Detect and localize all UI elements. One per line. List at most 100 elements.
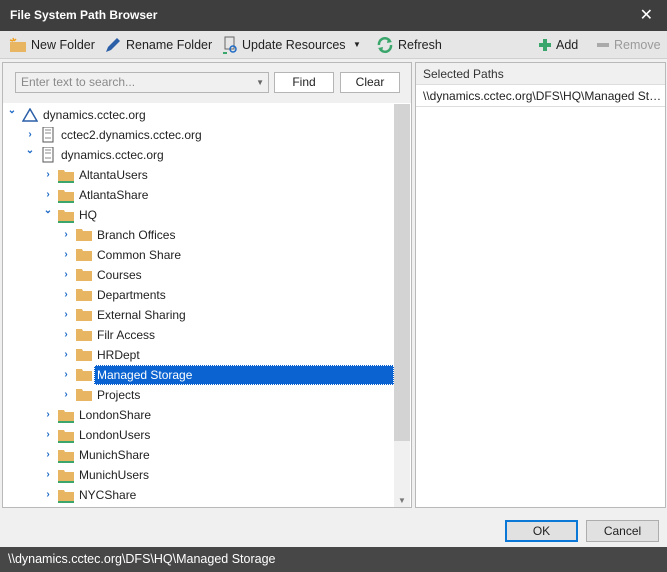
expand-chevron-icon[interactable]: › bbox=[61, 225, 71, 245]
tree-node[interactable]: › Departments bbox=[3, 285, 395, 305]
expand-chevron-icon[interactable]: › bbox=[61, 365, 71, 385]
share-icon bbox=[58, 428, 74, 443]
folder-icon bbox=[76, 228, 92, 242]
selected-paths-header: Selected Paths bbox=[416, 63, 665, 85]
tree-node-label: NYCShare bbox=[79, 488, 137, 502]
tree-node[interactable]: ⌄ HQ bbox=[3, 205, 395, 225]
tree-node-label: AtlantaShare bbox=[79, 188, 149, 202]
status-bar: \\dynamics.cctec.org\DFS\HQ\Managed Stor… bbox=[0, 547, 667, 572]
expand-chevron-icon[interactable]: › bbox=[43, 445, 53, 465]
new-folder-button[interactable]: New Folder bbox=[9, 31, 95, 59]
expand-chevron-icon[interactable]: › bbox=[61, 285, 71, 305]
update-resources-button[interactable]: Update Resources bbox=[222, 31, 346, 59]
folder-icon bbox=[76, 368, 92, 382]
search-input[interactable]: Enter text to search... ▼ bbox=[15, 72, 269, 93]
folder-icon bbox=[76, 328, 92, 342]
tree-node[interactable]: › Filr Access bbox=[3, 325, 395, 345]
rename-folder-button[interactable]: Rename Folder bbox=[104, 31, 212, 59]
pencil-icon bbox=[106, 38, 120, 52]
tree-node[interactable]: › AltantaUsers bbox=[3, 165, 395, 185]
selected-path-item[interactable]: \\dynamics.cctec.org\DFS\HQ\Managed Stor… bbox=[416, 85, 665, 107]
scrollbar-thumb[interactable] bbox=[394, 104, 410, 441]
add-button[interactable]: Add bbox=[538, 31, 578, 59]
tree-node-label: External Sharing bbox=[97, 308, 186, 322]
tree-node[interactable]: ⌄ dynamics.cctec.org bbox=[3, 105, 395, 125]
refresh-icon bbox=[377, 37, 393, 53]
selected-paths-panel: Selected Paths \\dynamics.cctec.org\DFS\… bbox=[415, 62, 666, 508]
tree-node[interactable]: › MunichUsers bbox=[3, 465, 395, 485]
tree-node[interactable]: › Common Share bbox=[3, 245, 395, 265]
share-icon bbox=[58, 488, 74, 503]
close-button[interactable]: ✕ bbox=[640, 0, 653, 31]
folder-icon bbox=[76, 268, 92, 282]
share-icon bbox=[58, 448, 74, 463]
share-icon bbox=[58, 188, 74, 203]
server-icon bbox=[40, 146, 56, 163]
tree-node-label: dynamics.cctec.org bbox=[61, 148, 164, 162]
expand-chevron-icon[interactable]: › bbox=[61, 265, 71, 285]
expand-chevron-icon[interactable]: › bbox=[61, 385, 71, 405]
scroll-down-arrow[interactable]: ▼ bbox=[398, 496, 406, 505]
update-resources-dropdown[interactable]: ▼ bbox=[353, 31, 361, 59]
tree-node[interactable]: › NYCShare bbox=[3, 485, 395, 505]
collapse-chevron-icon[interactable]: ⌄ bbox=[43, 201, 53, 221]
plus-icon bbox=[539, 39, 551, 51]
expand-chevron-icon[interactable]: › bbox=[43, 485, 53, 505]
vertical-scrollbar[interactable]: ▼ bbox=[394, 104, 410, 507]
tree-node[interactable]: ⌄ dynamics.cctec.org bbox=[3, 145, 395, 165]
remove-button[interactable]: Remove bbox=[596, 31, 661, 59]
share-icon bbox=[58, 468, 74, 483]
tree-node[interactable]: › LondonShare bbox=[3, 405, 395, 425]
expand-chevron-icon[interactable]: › bbox=[43, 465, 53, 485]
window-title: File System Path Browser bbox=[10, 8, 158, 22]
expand-chevron-icon[interactable]: › bbox=[61, 305, 71, 325]
tree-node[interactable]: › Branch Offices bbox=[3, 225, 395, 245]
ok-button[interactable]: OK bbox=[505, 520, 578, 542]
minus-icon bbox=[597, 43, 609, 47]
update-resources-icon bbox=[223, 36, 237, 54]
folder-icon bbox=[76, 348, 92, 362]
tree-node-label: MunichShare bbox=[79, 448, 150, 462]
expand-chevron-icon[interactable]: › bbox=[61, 325, 71, 345]
tree-node-label: Courses bbox=[97, 268, 142, 282]
tree-node-label: Managed Storage bbox=[94, 365, 394, 385]
collapse-chevron-icon[interactable]: ⌄ bbox=[25, 141, 35, 161]
folder-icon bbox=[76, 288, 92, 302]
expand-chevron-icon[interactable]: › bbox=[43, 425, 53, 445]
title-bar: File System Path Browser ✕ bbox=[0, 0, 667, 31]
domain-icon bbox=[21, 107, 39, 122]
tree-node[interactable]: › Projects bbox=[3, 385, 395, 405]
tree-node-label: HRDept bbox=[97, 348, 140, 362]
tree-node-label: dynamics.cctec.org bbox=[43, 108, 146, 122]
expand-chevron-icon[interactable]: › bbox=[43, 165, 53, 185]
tree-node[interactable]: › External Sharing bbox=[3, 305, 395, 325]
collapse-chevron-icon[interactable]: ⌄ bbox=[7, 101, 17, 121]
tree-node-label: AltantaUsers bbox=[79, 168, 148, 182]
toolbar: New Folder Rename Folder Update Resource… bbox=[0, 31, 667, 59]
tree-node-label: Filr Access bbox=[97, 328, 156, 342]
tree-node[interactable]: › Managed Storage bbox=[3, 365, 395, 385]
cancel-button[interactable]: Cancel bbox=[586, 520, 659, 542]
tree-node-label: HQ bbox=[79, 208, 97, 222]
tree-node-label: LondonShare bbox=[79, 408, 152, 422]
tree-node-label: cctec2.dynamics.cctec.org bbox=[61, 128, 202, 142]
refresh-button[interactable]: Refresh bbox=[376, 31, 442, 59]
tree-node[interactable]: › cctec2.dynamics.cctec.org bbox=[3, 125, 395, 145]
expand-chevron-icon[interactable]: › bbox=[43, 405, 53, 425]
find-button[interactable]: Find bbox=[274, 72, 334, 93]
tree-node[interactable]: › HRDept bbox=[3, 345, 395, 365]
new-folder-icon bbox=[9, 37, 26, 52]
share-icon bbox=[58, 408, 74, 423]
tree-node[interactable]: › MunichShare bbox=[3, 445, 395, 465]
expand-chevron-icon[interactable]: › bbox=[61, 345, 71, 365]
expand-chevron-icon[interactable]: › bbox=[61, 245, 71, 265]
tree-node[interactable]: › AtlantaShare bbox=[3, 185, 395, 205]
chevron-down-icon: ▼ bbox=[353, 40, 361, 49]
share-icon bbox=[58, 168, 74, 183]
tree-node[interactable]: › Courses bbox=[3, 265, 395, 285]
tree-node-label: Departments bbox=[97, 288, 166, 302]
tree-node-label: MunichUsers bbox=[79, 468, 150, 482]
clear-button[interactable]: Clear bbox=[340, 72, 400, 93]
chevron-down-icon[interactable]: ▼ bbox=[256, 73, 264, 92]
tree-node[interactable]: › LondonUsers bbox=[3, 425, 395, 445]
